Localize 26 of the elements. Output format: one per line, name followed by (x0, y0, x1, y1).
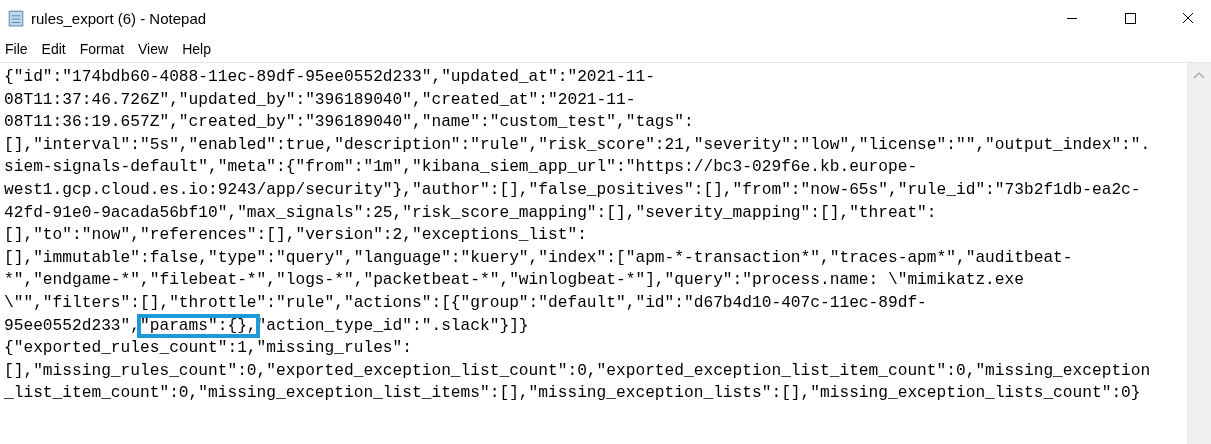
menu-item[interactable]: Edit (41, 41, 66, 57)
text-line: {"id":"174bdb60-4088-11ec-89df-95ee0552d233","updated_at":"2021-11- (4, 68, 655, 86)
notepad-icon (7, 9, 25, 27)
menu-item[interactable]: Format (79, 41, 125, 57)
text-line: 95ee0552d233", (4, 316, 140, 335)
text-line: {"exported_rules_count":1,"missing_rules": (4, 339, 412, 358)
text-line: 42fd-91e0-9acada56bf10","max_signals":25,"risk_score_mapping":[],"severity_mapping":[],"threat": (4, 203, 937, 222)
menu-item[interactable]: Help (182, 41, 211, 57)
text-line: west1.gcp.cloud.es.io:9243/app/security"},"author":[],"false_positives":[],"from":"now-65s","rule_id":"73b2f1db-ea2c- (4, 180, 1141, 199)
text-line: 08T11:37:46.726Z","updated_by":"396189040","created_at":"2021-11- (4, 90, 636, 109)
text-line: 08T11:36:19.657Z","created_by":"396189040","name":"custom_test","tags": (4, 113, 694, 132)
menu-item[interactable]: File (5, 41, 28, 57)
text-line: *","endgame-*","filebeat-*","logs-*","packetbeat-*","winlogbeat-*"],"query":"process.name: \"mimikatz.exe (4, 271, 1024, 290)
text-line: [],"interval":"5s","enabled":true,"description":"rule","risk_score":21,"severity":"low","license":"","output_index":". (4, 135, 1151, 154)
text-line: "action_type_id":".slack"}]} (256, 316, 529, 335)
highlighted-text: "params":{}, (140, 316, 257, 335)
text-line: [],"missing_rules_count":0,"exported_exception_list_count":0,"exported_exception_list_item_count":0,"missing_exception (4, 361, 1151, 380)
text-line: _list_item_count":0,"missing_exception_list_items":[],"missing_exception_lists":[],"missing_exception_lists_count":0} (4, 384, 1141, 403)
window-title: rules_export (6) - Notepad (31, 9, 207, 27)
menu-item[interactable]: View (138, 41, 169, 57)
text-line: siem-signals-default","meta":{"from":"1m","kibana_siem_app_url":"https://bc3-029f6e.kb.europe- (4, 158, 918, 177)
text-line: [],"to":"now","references":[],"version":2,"exceptions_list": (4, 226, 587, 245)
scroll-up-icon[interactable] (1193, 71, 1205, 79)
text-line: [],"immutable":false,"type":"query","language":"kuery","index":["apm-*-transaction*","traces-apm*","auditbeat- (4, 248, 1073, 267)
scrollbar[interactable] (1187, 63, 1211, 444)
text-line: \"","filters":[],"throttle":"rule","actions":[{"group":"default","id":"d67b4d10-407c-11ec-89df- (4, 293, 927, 312)
